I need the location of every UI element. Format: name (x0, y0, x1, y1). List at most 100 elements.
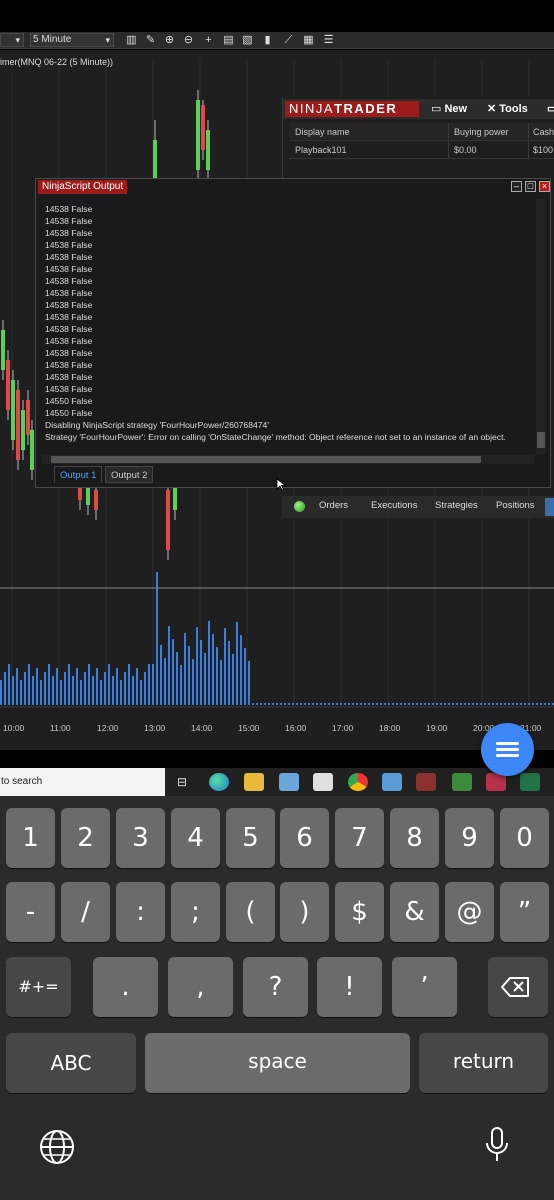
zoom-out-icon[interactable]: ⊖ (182, 33, 195, 47)
key-apostrophe[interactable]: ’ (392, 957, 457, 1017)
column-header[interactable]: Display name (289, 123, 449, 140)
volume-bar (548, 703, 550, 705)
tab-output-1[interactable]: Output 1 (54, 466, 103, 483)
chrome-icon[interactable] (348, 773, 368, 791)
task-view-icon[interactable]: ⊟ (172, 773, 192, 791)
output-line: 14538 False (45, 372, 93, 382)
indicators-icon[interactable]: ⟋ (282, 33, 295, 47)
time-axis-label: 14:00 (191, 723, 213, 733)
crosshair-icon[interactable]: + (202, 33, 215, 47)
key-quote[interactable]: ” (500, 882, 549, 942)
templates-icon[interactable]: ▧ (241, 33, 254, 47)
bar-type-icon[interactable]: ▥ (125, 33, 138, 47)
tools-menu-button[interactable]: ✕ Tools (487, 102, 528, 117)
paint-icon[interactable] (313, 773, 333, 791)
abc-key[interactable]: ABC (6, 1033, 136, 1093)
volume-bar (108, 664, 110, 705)
zoom-in-icon[interactable]: ⊕ (163, 33, 176, 47)
data-box-icon[interactable]: ▤ (222, 33, 235, 47)
key-at[interactable]: @ (445, 882, 494, 942)
instrument-dropdown[interactable] (0, 33, 24, 47)
draw-pencil-icon[interactable]: ✎ (144, 33, 157, 47)
output-text-area[interactable]: 14538 False 14538 False 14538 False 14538 F… (41, 197, 535, 454)
file-explorer-icon[interactable] (244, 773, 264, 791)
key-9[interactable]: 9 (445, 808, 494, 868)
game-app-icon[interactable] (452, 773, 472, 791)
remote-desktop-icon[interactable] (279, 773, 299, 791)
key-more-symbols[interactable]: #+= (6, 957, 71, 1017)
key-colon[interactable]: : (116, 882, 165, 942)
workspaces-icon[interactable]: ▭ (547, 102, 554, 117)
maximize-icon[interactable]: □ (525, 181, 536, 192)
volume-bar (496, 703, 498, 705)
volume-bar (88, 664, 90, 705)
properties-icon[interactable]: ▦ (302, 33, 315, 47)
key-slash[interactable]: / (61, 882, 110, 942)
key-4[interactable]: 4 (171, 808, 220, 868)
tab-output-2[interactable]: Output 2 (105, 466, 154, 483)
ninjascript-output-window[interactable]: NinjaScript Output – □ × 14538 False 1453… (35, 178, 551, 488)
taskbar-search[interactable]: to search (0, 768, 165, 796)
volume-bar (396, 703, 398, 705)
tab-executions[interactable]: Executions (371, 500, 417, 511)
key-exclamation[interactable]: ! (317, 957, 382, 1017)
new-menu-button[interactable]: ▭ New (431, 102, 467, 117)
excel-icon[interactable] (520, 773, 540, 791)
interval-dropdown[interactable]: 5 Minute (30, 33, 114, 47)
scrollbar-thumb[interactable] (537, 432, 545, 448)
globe-icon[interactable] (38, 1128, 76, 1166)
chart-toolbar: 5 Minute ▥ ✎ ⊕ ⊖ + ▤ ▧ ▮ ⟋ ▦ ☰ (0, 32, 554, 49)
volume-bar (224, 628, 226, 705)
candle-body (26, 400, 30, 435)
people-app-icon[interactable] (382, 773, 402, 791)
key-8[interactable]: 8 (390, 808, 439, 868)
volume-bar (104, 672, 106, 705)
key-6[interactable]: 6 (280, 808, 329, 868)
key-ampersand[interactable]: & (390, 882, 439, 942)
minimize-icon[interactable]: – (511, 181, 522, 192)
edge-icon[interactable] (209, 773, 229, 791)
key-3[interactable]: 3 (116, 808, 165, 868)
microphone-icon[interactable] (484, 1126, 510, 1166)
key-hyphen[interactable]: - (6, 882, 55, 942)
backspace-key[interactable] (488, 957, 548, 1017)
key-question[interactable]: ? (243, 957, 308, 1017)
volume-bar (260, 703, 262, 705)
key-period[interactable]: . (93, 957, 158, 1017)
key-7[interactable]: 7 (335, 808, 384, 868)
vertical-scrollbar[interactable] (536, 199, 546, 454)
floating-menu-button[interactable] (481, 723, 534, 776)
key-5[interactable]: 5 (226, 808, 275, 868)
key-1[interactable]: 1 (6, 808, 55, 868)
strategies-icon[interactable]: ▮ (261, 33, 274, 47)
volume-bar (468, 703, 470, 705)
scrollbar-thumb[interactable] (51, 456, 481, 463)
list-icon[interactable]: ☰ (322, 33, 335, 47)
accounts-grid-header: Display name Buying power Cash (289, 123, 554, 141)
tab-strategies[interactable]: Strategies (435, 500, 478, 511)
volume-bar (32, 676, 34, 705)
volume-bar (516, 703, 518, 705)
output-line: 14538 False (45, 288, 93, 298)
key-0[interactable]: 0 (500, 808, 549, 868)
column-header[interactable]: Cash (529, 123, 554, 140)
ninjatrader-app-icon[interactable] (416, 773, 436, 791)
return-key[interactable]: return (419, 1033, 548, 1093)
key-semicolon[interactable]: ; (171, 882, 220, 942)
space-key[interactable]: space (145, 1033, 410, 1093)
key-2[interactable]: 2 (61, 808, 110, 868)
tab-orders[interactable]: Orders (319, 500, 348, 511)
volume-bar (96, 668, 98, 705)
close-icon[interactable]: × (539, 181, 550, 192)
key-close-paren[interactable]: ) (280, 882, 329, 942)
tab-overflow[interactable] (545, 498, 554, 516)
tab-positions[interactable]: Positions (496, 500, 535, 511)
output-line: 14538 False (45, 264, 93, 274)
key-dollar[interactable]: $ (335, 882, 384, 942)
key-open-paren[interactable]: ( (226, 882, 275, 942)
control-center-window[interactable]: NINJATRADER ▭ New ✕ Tools ▭ Display name… (282, 97, 554, 184)
horizontal-scrollbar[interactable] (41, 455, 535, 464)
table-row[interactable]: Playback101 $0.00 $100 (289, 141, 554, 159)
key-comma[interactable]: , (168, 957, 233, 1017)
column-header[interactable]: Buying power (449, 123, 529, 140)
